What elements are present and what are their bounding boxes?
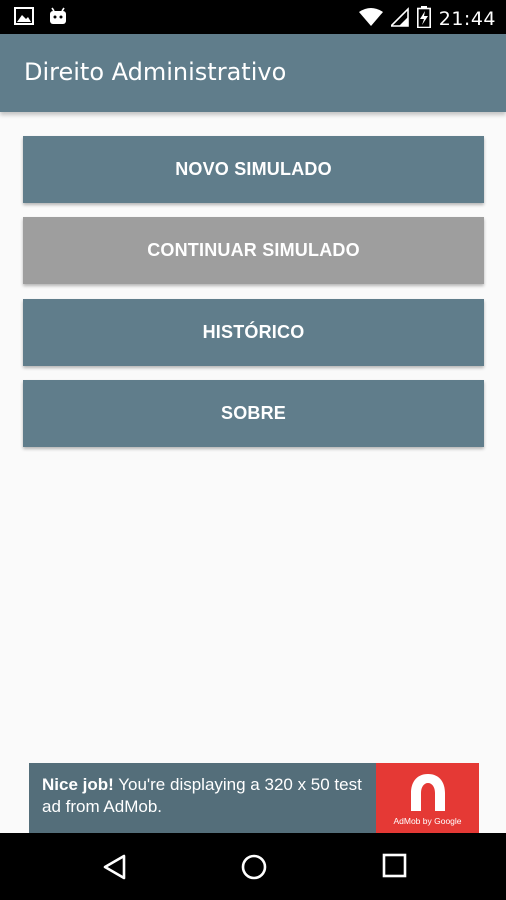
status-bar: 21:44 xyxy=(0,0,506,34)
admob-logo: AdMob by Google xyxy=(376,763,479,833)
navigation-bar xyxy=(0,833,506,900)
ad-banner[interactable]: Nice job! You're displaying a 320 x 50 t… xyxy=(29,763,479,833)
home-icon[interactable] xyxy=(240,853,268,885)
history-button[interactable]: HISTÓRICO xyxy=(23,299,484,366)
android-icon xyxy=(48,7,68,29)
image-icon xyxy=(14,7,34,29)
app-bar: Direito Administrativo xyxy=(0,34,506,112)
admob-icon xyxy=(408,771,448,817)
about-button[interactable]: SOBRE xyxy=(23,380,484,447)
wifi-icon xyxy=(358,7,383,31)
continue-quiz-button[interactable]: CONTINUAR SIMULADO xyxy=(23,217,484,284)
page-title: Direito Administrativo xyxy=(24,58,287,86)
signal-icon xyxy=(388,7,409,31)
ad-text: Nice job! You're displaying a 320 x 50 t… xyxy=(42,774,382,818)
back-icon[interactable] xyxy=(101,853,127,885)
admob-brand-text: AdMob by Google xyxy=(393,816,462,826)
recents-icon[interactable] xyxy=(382,853,408,883)
ad-headline: Nice job! xyxy=(42,775,114,794)
clock: 21:44 xyxy=(438,8,496,30)
battery-charging-icon xyxy=(416,6,431,32)
new-quiz-button[interactable]: NOVO SIMULADO xyxy=(23,136,484,203)
